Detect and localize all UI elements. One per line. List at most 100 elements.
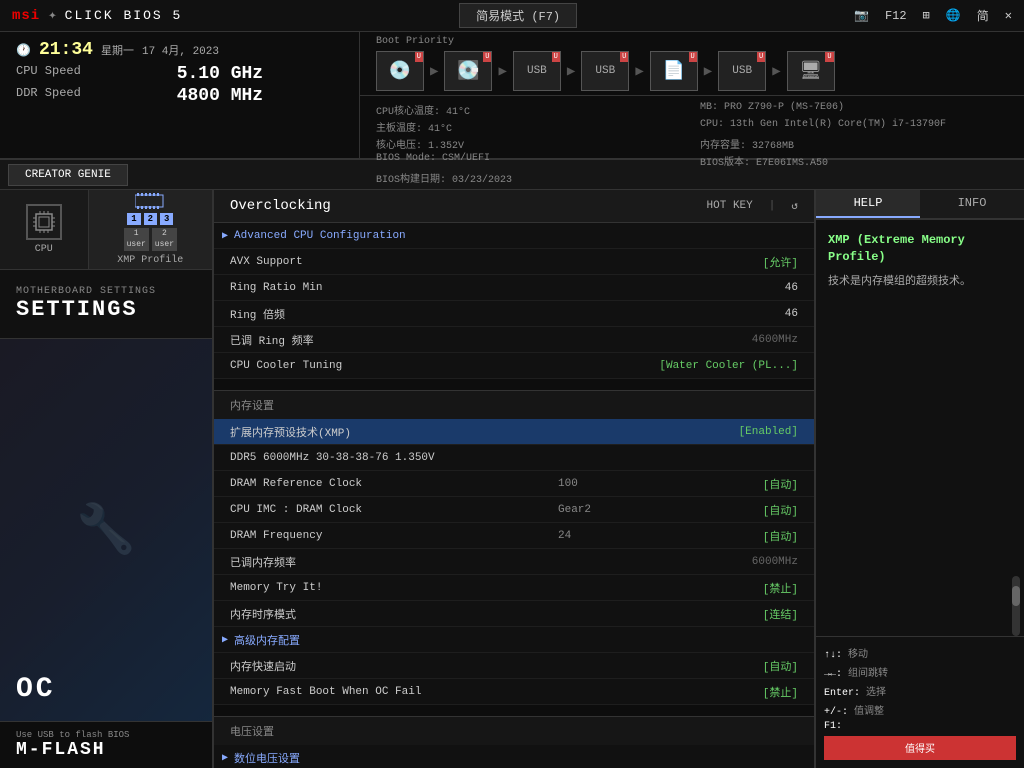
cpu-imc-dram-mid: Gear2 — [558, 504, 638, 516]
bios-date-display: BIOS构建日期: 03/23/2023 — [376, 170, 684, 186]
xmp-setting-value: [Enabled] — [638, 426, 798, 438]
top-bar-right: 📷 F12 ⊞ 🌐 简 ✕ — [854, 7, 1012, 24]
xmp-row[interactable]: 扩展内存预设技术(XMP) [Enabled] — [214, 419, 814, 445]
cpu-icon — [26, 204, 62, 240]
xmp-user-slot-2[interactable]: 2user — [152, 228, 177, 251]
xmp-slot-1[interactable]: 1 — [127, 213, 140, 225]
screenshot-icon[interactable]: ⊞ — [923, 8, 930, 23]
cpu-speed-label: CPU Speed — [16, 64, 161, 84]
ring-ratio-min-value: 46 — [638, 282, 798, 294]
ddr-speed-label: DDR Speed — [16, 86, 161, 106]
sidebar-cpu-item[interactable]: CPU — [0, 190, 89, 269]
separator-icon: | — [769, 200, 776, 212]
speed-grid: CPU Speed 5.10 GHz DDR Speed 4800 MHz — [16, 64, 343, 106]
mb-temp-display: 主板温度: 41°C — [376, 119, 684, 135]
refresh-icon[interactable]: ↺ — [791, 199, 798, 213]
boot-device-5[interactable]: 📄U — [650, 51, 698, 91]
bios-mode-display: BIOS Mode: CSM/UEFI — [376, 153, 684, 169]
mem-timing-mode-label: 内存时序模式 — [230, 606, 558, 622]
f12-label: F12 — [885, 9, 907, 23]
voltage-section-title: 电压设置 — [214, 717, 814, 745]
ring-adjusted-label: 已调 Ring 频率 — [230, 332, 558, 348]
cpu-temp-display: CPU核心温度: 41°C — [376, 102, 684, 118]
language-icon[interactable]: 🌐 — [946, 8, 961, 23]
close-button[interactable]: ✕ — [1005, 8, 1012, 23]
mem-fast-boot-oc-row[interactable]: Memory Fast Boot When OC Fail [禁止] — [214, 679, 814, 705]
dram-frequency-row[interactable]: DRAM Frequency 24 [自动] — [214, 523, 814, 549]
ddr5-profile-label: DDR5 6000MHz 30-38-38-76 1.350V — [230, 452, 558, 464]
ring-freq-row[interactable]: Ring 倍频 46 — [214, 301, 814, 327]
creator-genie-tab[interactable]: CREATOR GENIE — [8, 164, 128, 186]
help-tab[interactable]: HELP — [816, 190, 920, 218]
bios-version-display: BIOS版本: E7E06IMS.A50 — [700, 153, 1008, 169]
mem-timing-mode-row[interactable]: 内存时序模式 [连结] — [214, 601, 814, 627]
adjusted-mem-freq-value: 6000MHz — [638, 556, 798, 568]
right-panel-footer: ↑↓: 移动 →←: 组间跳转 Enter: 选择 +/-: 值调整 F1: 值… — [816, 636, 1024, 768]
dram-frequency-label: DRAM Frequency — [230, 530, 558, 542]
lang-label: 简 — [977, 7, 989, 24]
ring-ratio-min-row[interactable]: Ring Ratio Min 46 — [214, 275, 814, 301]
main-area: CPU — [0, 190, 1024, 768]
arrow-icon-1: ▶ — [430, 63, 438, 80]
left-sidebar: CPU — [0, 190, 214, 768]
advanced-mem-label: 高级内存配置 — [234, 632, 798, 648]
help-text: 技术是内存模组的超频技术。 — [828, 274, 1012, 292]
dram-ref-clock-label: DRAM Reference Clock — [230, 478, 558, 490]
advanced-cpu-header[interactable]: ▶ Advanced CPU Configuration — [214, 223, 814, 249]
key-move: ↑↓: 移动 — [824, 645, 1016, 661]
boot-device-6[interactable]: USBU — [718, 51, 766, 91]
arrow-icon-2: ▶ — [498, 63, 506, 80]
boot-device-7[interactable]: 🖥U — [787, 51, 835, 91]
boot-device-3[interactable]: USBU — [513, 51, 561, 91]
boot-device-1[interactable]: 💿U — [376, 51, 424, 91]
cpu-cooler-row[interactable]: CPU Cooler Tuning [Water Cooler (PL...] — [214, 353, 814, 379]
divider-icon: ✦ — [48, 7, 56, 24]
divider-2 — [214, 705, 814, 717]
flash-title: M-FLASH — [16, 740, 196, 760]
xmp-user-slot-1[interactable]: 1user — [124, 228, 149, 251]
advanced-mem-header[interactable]: ▶ 高级内存配置 — [214, 627, 814, 653]
boot-device-4[interactable]: USBU — [581, 51, 629, 91]
status-left: 🕐 21:34 星期一 17 4月, 2023 CPU Speed 5.10 G… — [0, 32, 360, 160]
arrow-icon-5: ▶ — [704, 63, 712, 80]
sidebar-xmp-item[interactable]: 1 2 3 1user 2user XMP Profile — [89, 190, 212, 269]
cpu-imc-dram-label: CPU IMC : DRAM Clock — [230, 504, 558, 516]
xmp-label: XMP Profile — [117, 255, 183, 266]
mb-model-display: MB: PRO Z790-P (MS-7E06) — [700, 102, 1008, 118]
sidebar-oc-panel[interactable]: 🔧 OC — [0, 339, 212, 721]
ring-freq-label: Ring 倍频 — [230, 306, 558, 322]
digital-voltage-header[interactable]: ▶ 数位电压设置 — [214, 745, 814, 768]
sidebar-flash[interactable]: Use USB to flash BIOS M-FLASH — [0, 721, 212, 768]
digital-voltage-expand-icon: ▶ — [222, 752, 228, 764]
clock-icon: 🕐 — [16, 43, 31, 58]
boot-device-2[interactable]: 💽U — [444, 51, 492, 91]
dram-ref-clock-row[interactable]: DRAM Reference Clock 100 [自动] — [214, 471, 814, 497]
memory-display: 内存容量: 32768MB — [700, 136, 1008, 152]
xmp-setting-label: 扩展内存预设技术(XMP) — [230, 424, 558, 440]
msi-logo: msi — [12, 8, 40, 24]
mem-fast-boot-value: [自动] — [638, 658, 798, 674]
info-tab[interactable]: INFO — [920, 190, 1024, 218]
settings-title: SETTINGS — [16, 297, 196, 322]
ad-banner[interactable]: 值得买 — [824, 736, 1016, 760]
date-display: 17 4月, 2023 — [142, 42, 219, 58]
mode-selector[interactable]: 简易模式 (F7) — [459, 3, 577, 28]
key-select: Enter: 选择 — [824, 683, 1016, 699]
cpu-imc-dram-row[interactable]: CPU IMC : DRAM Clock Gear2 [自动] — [214, 497, 814, 523]
divider-1 — [214, 379, 814, 391]
dram-frequency-mid: 24 — [558, 530, 638, 542]
arrow-icon-6: ▶ — [772, 63, 780, 80]
xmp-slot-2[interactable]: 2 — [144, 213, 157, 225]
boot-priority-label: Boot Priority — [376, 36, 1008, 47]
upper-area: 🕐 21:34 星期一 17 4月, 2023 CPU Speed 5.10 G… — [0, 32, 1024, 160]
arrow-icon-4: ▶ — [635, 63, 643, 80]
mem-fast-boot-label: 内存快速启动 — [230, 658, 558, 674]
ddr5-profile-row: DDR5 6000MHz 30-38-38-76 1.350V — [214, 445, 814, 471]
top-bar: msi ✦ CLICK BIOS 5 简易模式 (F7) 📷 F12 ⊞ 🌐 简… — [0, 0, 1024, 32]
xmp-slot-3[interactable]: 3 — [160, 213, 173, 225]
memory-try-it-row[interactable]: Memory Try It! [禁止] — [214, 575, 814, 601]
cpu-cooler-label: CPU Cooler Tuning — [230, 360, 558, 372]
mem-fast-boot-row[interactable]: 内存快速启动 [自动] — [214, 653, 814, 679]
ddr-speed-value: 4800 MHz — [177, 86, 343, 106]
avx-support-row[interactable]: AVX Support [允许] — [214, 249, 814, 275]
